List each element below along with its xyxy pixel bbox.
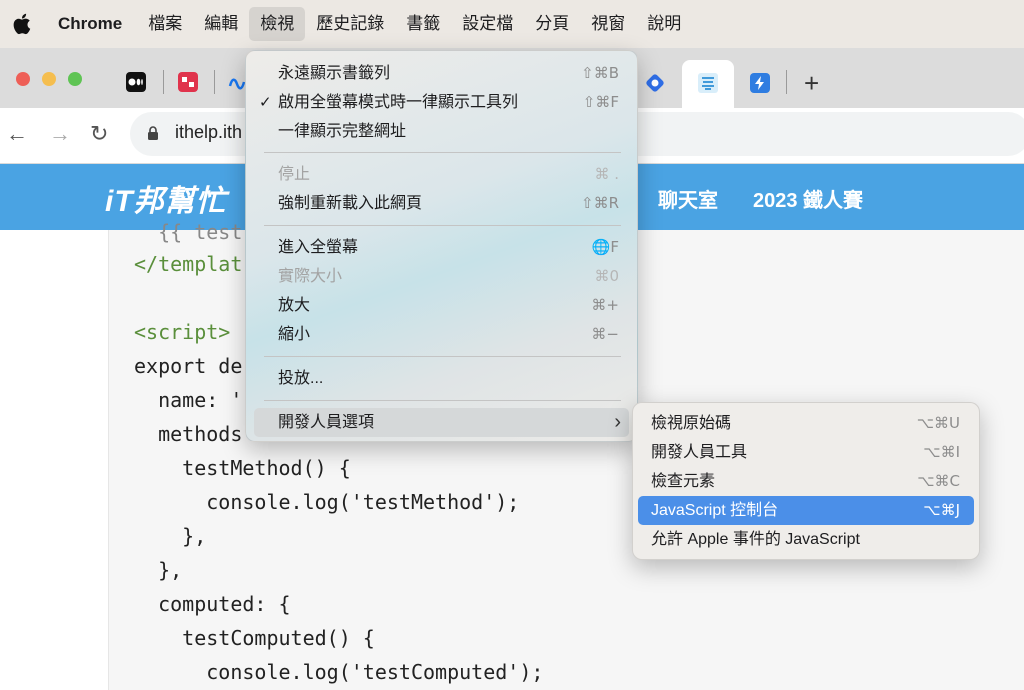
code-line: export de	[134, 354, 243, 378]
code-line: testMethod() {	[134, 456, 351, 480]
menu-history[interactable]: 歷史記錄	[305, 7, 395, 41]
reload-button[interactable]: ↻	[90, 120, 108, 148]
shortcut-label: 🌐F	[591, 238, 619, 256]
close-window-button[interactable]	[16, 72, 30, 86]
shortcut-label: ⌥⌘J	[923, 501, 960, 519]
menu-help[interactable]: 說明	[636, 7, 692, 41]
tab-separator	[163, 70, 164, 94]
menu-tab[interactable]: 分頁	[524, 7, 580, 41]
menu-view[interactable]: 檢視	[249, 7, 306, 41]
shortcut-label: ⌘ .	[594, 165, 619, 183]
code-line: </templat	[134, 252, 243, 276]
tab-bolt-icon[interactable]	[750, 73, 770, 93]
minimize-window-button[interactable]	[42, 72, 56, 86]
forward-button[interactable]: →	[49, 120, 71, 148]
menu-item-stop: 停止 ⌘ .	[254, 160, 629, 189]
nav-chatroom-link[interactable]: 聊天室	[658, 184, 718, 213]
tab-app-icon[interactable]	[178, 72, 198, 92]
menu-separator	[264, 356, 621, 357]
tab-meta-icon[interactable]	[228, 72, 246, 92]
code-line: console.log('testMethod');	[134, 490, 520, 514]
new-tab-button[interactable]: +	[804, 70, 819, 96]
tab-medium-icon[interactable]	[126, 72, 146, 92]
submenu-item-javascript-console[interactable]: JavaScript 控制台 ⌥⌘J	[638, 496, 974, 525]
macos-menu-bar: Chrome 檔案 編輯 檢視 歷史記錄 書籤 設定檔 分頁 視窗 說明	[0, 0, 1024, 48]
menu-separator	[264, 152, 621, 153]
submenu-item-view-source[interactable]: 檢視原始碼 ⌥⌘U	[638, 409, 974, 438]
code-line: {{ test	[134, 220, 243, 244]
shortcut-label: ⌥⌘C	[917, 472, 960, 490]
menu-item-developer[interactable]: 開發人員選項 ›	[254, 408, 629, 437]
menu-item-always-show-full-url[interactable]: 一律顯示完整網址	[254, 117, 629, 146]
code-line: name: '	[134, 388, 243, 412]
menu-item-force-reload[interactable]: 強制重新載入此網頁 ⇧⌘R	[254, 189, 629, 218]
menu-profiles[interactable]: 設定檔	[451, 7, 524, 41]
zoom-window-button[interactable]	[68, 72, 82, 86]
menu-item-always-show-bookmarks-bar[interactable]: 永遠顯示書籤列 ⇧⌘B	[254, 59, 629, 88]
tab-separator	[786, 70, 787, 94]
code-line: methods	[134, 422, 243, 446]
shortcut-label: ⇧⌘F	[582, 93, 619, 111]
chevron-right-icon: ›	[614, 411, 621, 433]
shortcut-label: ⇧⌘R	[581, 194, 619, 212]
shortcut-label: ⌘0	[594, 267, 619, 285]
submenu-item-allow-apple-events-javascript[interactable]: 允許 Apple 事件的 JavaScript	[638, 525, 974, 554]
menu-item-enter-fullscreen[interactable]: 進入全螢幕 🌐F	[254, 233, 629, 262]
menu-item-zoom-out[interactable]: 縮小 ⌘−	[254, 320, 629, 349]
menu-item-cast[interactable]: 投放...	[254, 364, 629, 393]
menu-item-show-toolbar-in-fullscreen[interactable]: ✓ 啟用全螢幕模式時一律顯示工具列 ⇧⌘F	[254, 88, 629, 117]
submenu-item-inspect-elements[interactable]: 檢查元素 ⌥⌘C	[638, 467, 974, 496]
view-menu-dropdown: 永遠顯示書籤列 ⇧⌘B ✓ 啟用全螢幕模式時一律顯示工具列 ⇧⌘F 一律顯示完整…	[245, 50, 638, 442]
menu-separator	[264, 225, 621, 226]
menu-item-actual-size: 實際大小 ⌘0	[254, 262, 629, 291]
menu-separator	[264, 400, 621, 401]
shortcut-label: ⌥⌘U	[916, 414, 960, 432]
code-line: testComputed() {	[134, 626, 375, 650]
menu-edit[interactable]: 編輯	[193, 7, 249, 41]
code-line: },	[134, 524, 207, 548]
app-logo-icon	[182, 77, 194, 87]
code-line: console.log('testComputed');	[134, 660, 544, 684]
url-text[interactable]: ithelp.ith	[175, 122, 242, 143]
site-logo[interactable]: iT邦幫忙	[105, 176, 227, 220]
shortcut-label: ⌘−	[591, 325, 619, 343]
checkmark-icon: ✓	[259, 94, 272, 111]
medium-logo-icon	[128, 78, 143, 86]
shortcut-label: ⇧⌘B	[581, 64, 619, 82]
code-line: },	[134, 558, 183, 582]
shortcut-label: ⌥⌘I	[923, 443, 960, 461]
tab-diamond-icon[interactable]	[644, 72, 666, 94]
menu-item-zoom-in[interactable]: 放大 ⌘+	[254, 291, 629, 320]
tab-separator	[214, 70, 215, 94]
code-line: computed: {	[134, 592, 291, 616]
submenu-item-developer-tools[interactable]: 開發人員工具 ⌥⌘I	[638, 438, 974, 467]
menu-window[interactable]: 視窗	[580, 7, 636, 41]
back-button[interactable]: ←	[6, 120, 28, 148]
menu-file[interactable]: 檔案	[137, 7, 193, 41]
developer-submenu: 檢視原始碼 ⌥⌘U 開發人員工具 ⌥⌘I 檢查元素 ⌥⌘C JavaScript…	[632, 402, 980, 560]
tab-ithelp-icon[interactable]	[697, 72, 719, 94]
nav-ironman-link[interactable]: 2023 鐵人賽	[753, 184, 863, 213]
shortcut-label: ⌘+	[591, 296, 619, 314]
menu-app-chrome[interactable]: Chrome	[56, 7, 133, 41]
apple-logo-icon[interactable]	[12, 12, 34, 36]
lock-icon	[148, 126, 158, 140]
code-line: <script>	[134, 320, 231, 344]
menu-bookmarks[interactable]: 書籤	[395, 7, 451, 41]
